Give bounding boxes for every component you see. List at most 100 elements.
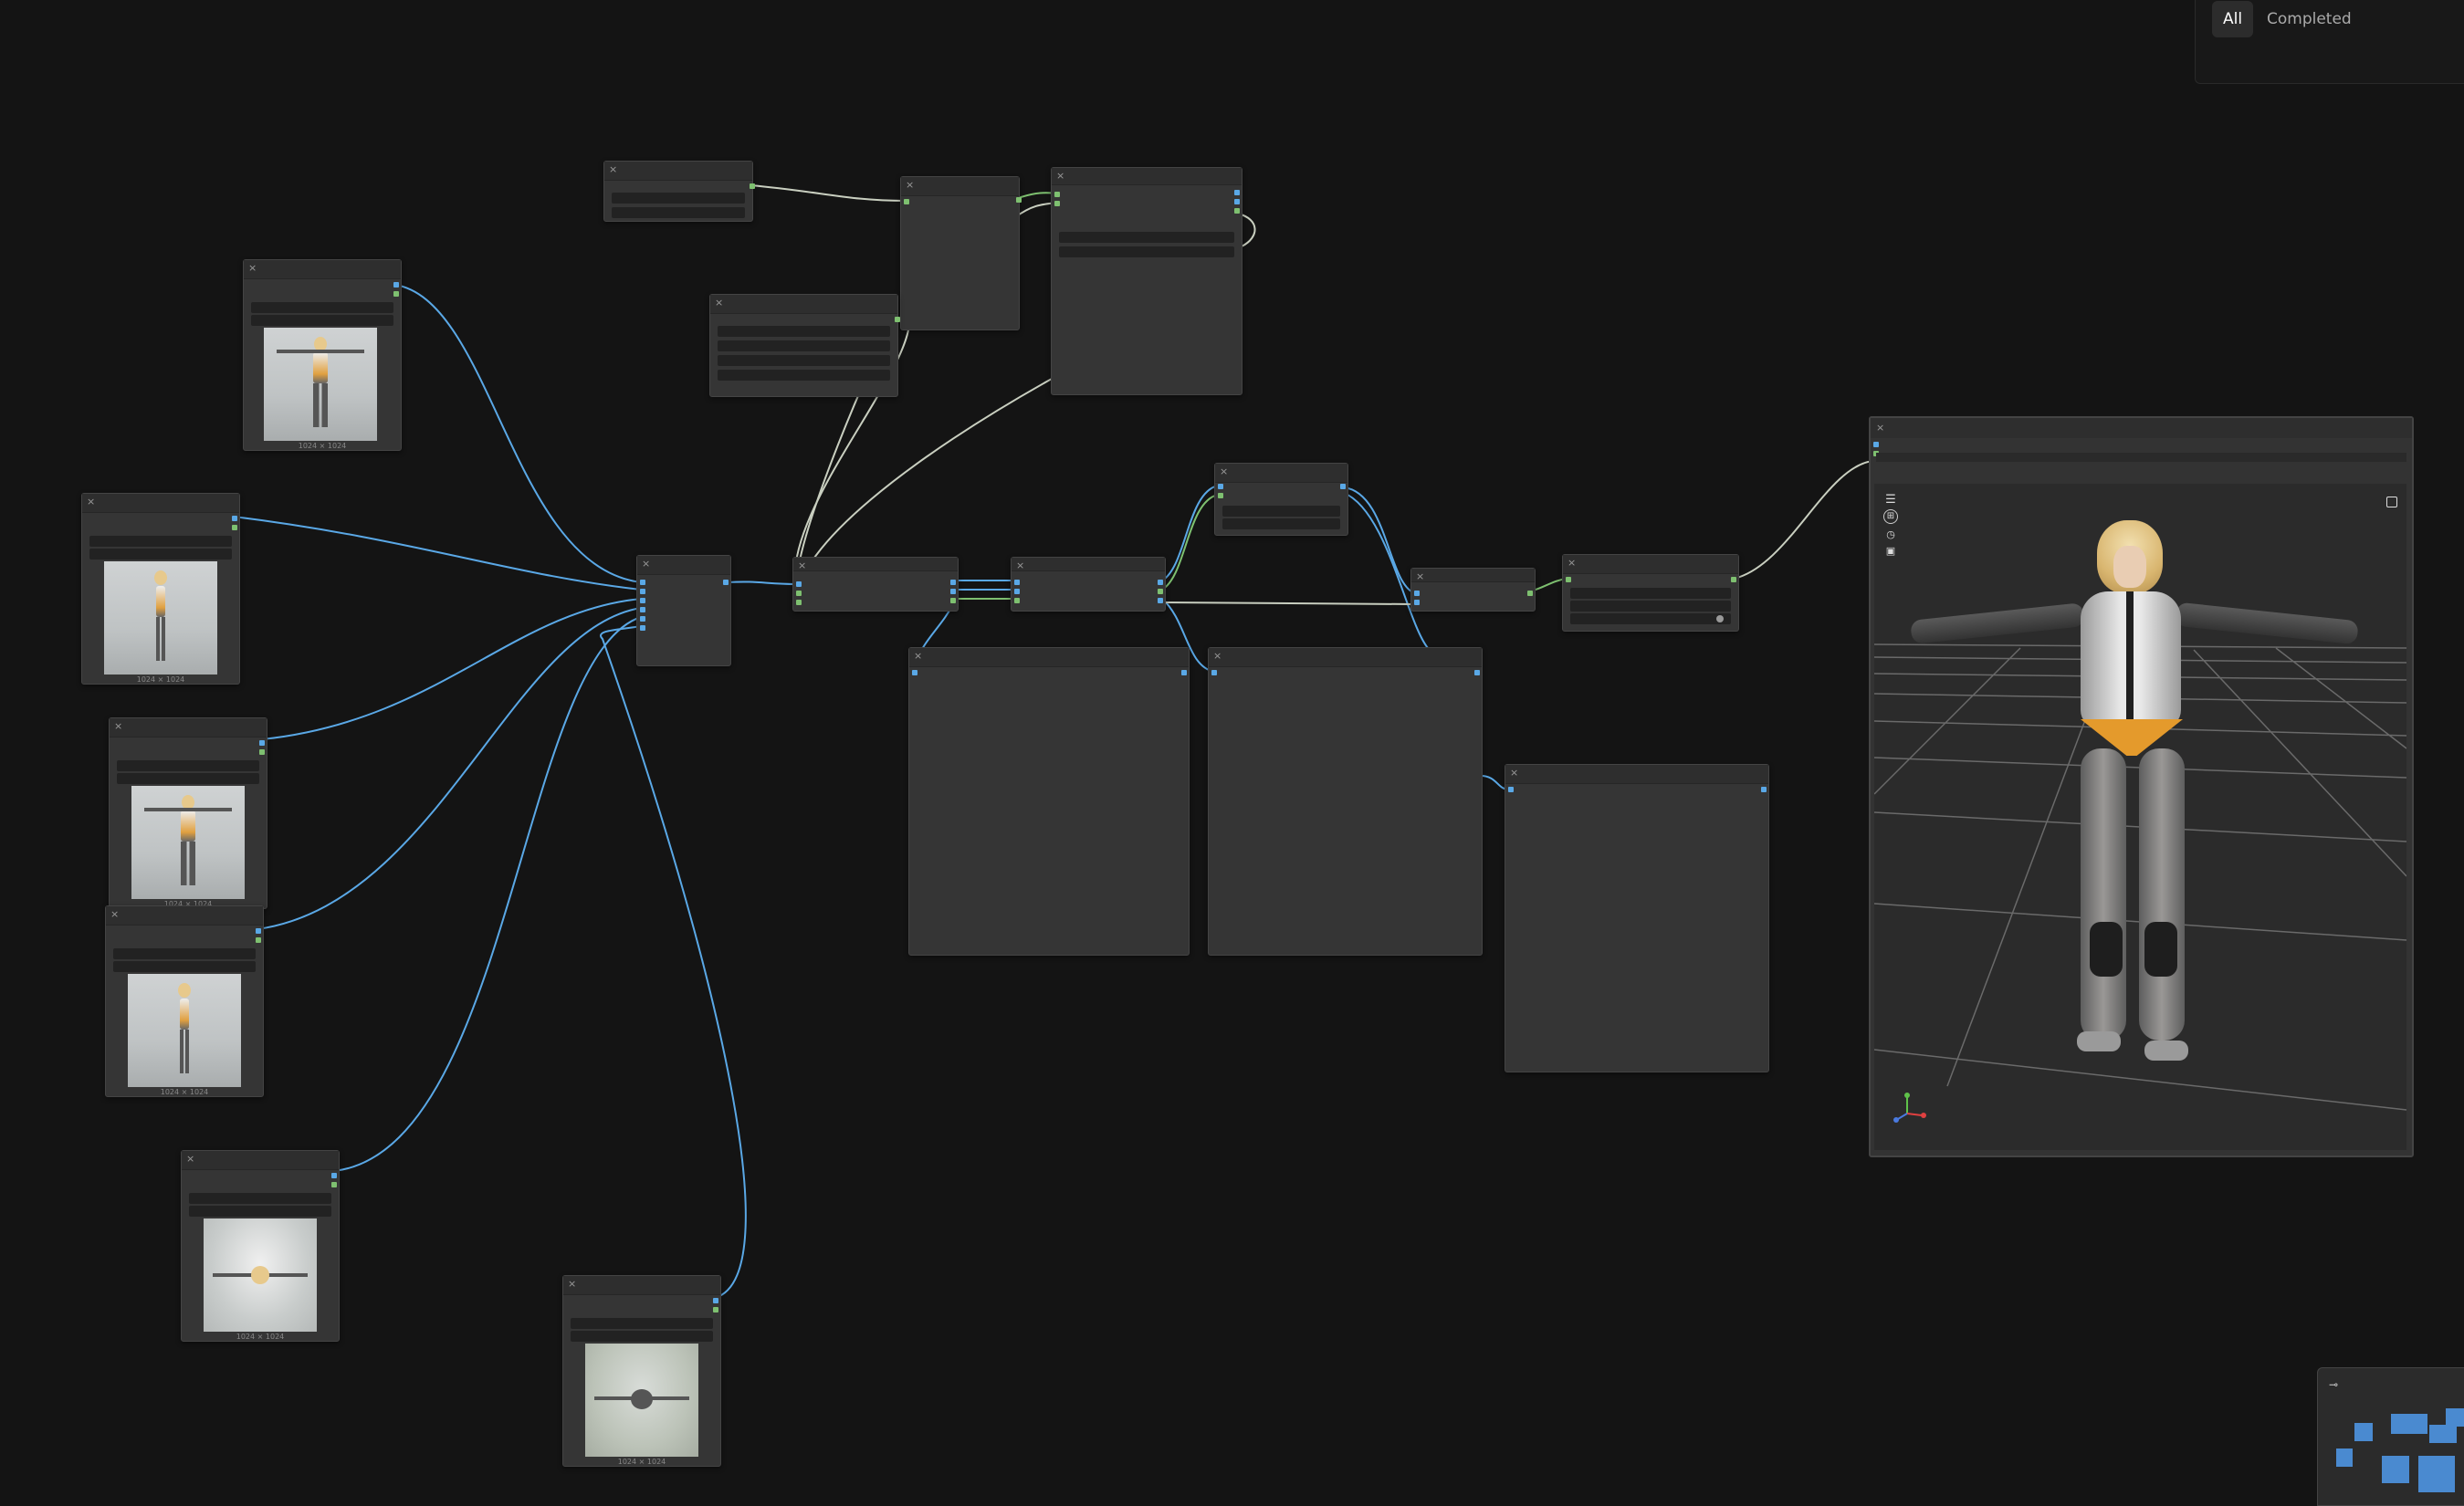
node-widget[interactable]: [1570, 613, 1731, 624]
node-header[interactable]: ×: [1215, 464, 1347, 483]
collapse-icon[interactable]: ×: [186, 1153, 194, 1166]
output-port[interactable]: [1234, 208, 1240, 214]
node-preview-image-c[interactable]: ×: [1505, 764, 1769, 1072]
node-widget[interactable]: [189, 1193, 331, 1204]
output-port[interactable]: [1016, 197, 1022, 203]
input-port[interactable]: [1054, 201, 1060, 206]
node-header[interactable]: ×: [106, 906, 263, 926]
node-widget[interactable]: [718, 340, 890, 351]
node-widget[interactable]: [1570, 588, 1731, 599]
collapse-icon[interactable]: ×: [568, 1278, 576, 1291]
node-header[interactable]: ×: [1563, 555, 1738, 574]
input-port[interactable]: [1508, 787, 1514, 792]
output-port[interactable]: [950, 589, 956, 594]
node-widget[interactable]: [113, 948, 256, 959]
collapse-icon[interactable]: ×: [1220, 465, 1228, 478]
node-widget[interactable]: [1570, 601, 1731, 612]
node-mesh-generator[interactable]: ×: [1214, 463, 1348, 536]
node-image-collector[interactable]: ×: [636, 555, 731, 666]
collapse-icon[interactable]: ×: [715, 297, 723, 309]
collapse-icon[interactable]: ×: [609, 163, 617, 176]
node-preview-image-b[interactable]: ×: [1208, 647, 1483, 956]
node-load-image-side-left[interactable]: × 1024 × 1024: [81, 493, 240, 685]
output-port[interactable]: [1158, 598, 1163, 603]
input-port[interactable]: [1414, 600, 1420, 605]
3d-viewport[interactable]: ☰ ⊞ ◷ ▣: [1874, 484, 2406, 1150]
output-port[interactable]: [331, 1182, 337, 1187]
input-port[interactable]: [1211, 670, 1217, 675]
tab-all[interactable]: All: [2212, 1, 2254, 37]
collapse-icon[interactable]: ×: [914, 650, 922, 663]
node-settings-list[interactable]: ×: [709, 294, 900, 397]
output-port[interactable]: [232, 516, 237, 521]
output-port[interactable]: [331, 1173, 337, 1178]
output-port[interactable]: [1731, 577, 1736, 582]
node-header[interactable]: ×: [1012, 558, 1165, 571]
node-header[interactable]: ×: [909, 648, 1189, 667]
node-widget[interactable]: [571, 1318, 713, 1329]
image-icon[interactable]: ▣: [1883, 544, 1898, 559]
node-mesh-postprocess[interactable]: ×: [1410, 568, 1536, 612]
node-load-image-front[interactable]: × 1024 × 1024: [243, 259, 402, 451]
output-port[interactable]: [1181, 670, 1187, 675]
output-port[interactable]: [393, 291, 399, 297]
node-widget[interactable]: [113, 961, 256, 972]
input-port[interactable]: [1566, 577, 1571, 582]
input-port[interactable]: [1014, 580, 1020, 585]
grid-icon[interactable]: ⊞: [1883, 509, 1898, 524]
output-port[interactable]: [713, 1298, 718, 1303]
input-port[interactable]: [1054, 192, 1060, 197]
node-header[interactable]: ×: [82, 494, 239, 513]
tab-completed[interactable]: Completed: [2256, 1, 2363, 37]
output-port[interactable]: [1340, 484, 1346, 489]
node-widget[interactable]: [571, 1331, 713, 1342]
node-header[interactable]: ×: [1871, 418, 2412, 438]
node-save-mesh[interactable]: ×: [1562, 554, 1739, 632]
node-header[interactable]: ×: [901, 177, 1019, 196]
node-sampler-config[interactable]: ×: [1051, 167, 1242, 395]
node-widget[interactable]: [89, 536, 232, 547]
input-port[interactable]: [796, 581, 802, 587]
node-header[interactable]: ×: [563, 1276, 720, 1295]
input-port[interactable]: [1873, 442, 1879, 447]
node-widget[interactable]: [1222, 506, 1340, 517]
node-widget[interactable]: [117, 773, 259, 784]
node-header[interactable]: ×: [637, 556, 730, 575]
input-port[interactable]: [640, 616, 645, 622]
node-header[interactable]: ×: [1052, 168, 1242, 185]
output-port[interactable]: [1234, 190, 1240, 195]
collapse-icon[interactable]: ×: [1213, 650, 1222, 663]
collapse-icon[interactable]: ×: [798, 560, 806, 572]
collapse-icon[interactable]: ×: [1876, 422, 1884, 434]
node-widget[interactable]: [1222, 518, 1340, 529]
node-widget[interactable]: [1876, 453, 2406, 462]
minimap[interactable]: ⊸: [2317, 1367, 2464, 1506]
collapse-icon[interactable]: ×: [1416, 570, 1424, 583]
output-port[interactable]: [1234, 199, 1240, 204]
output-port[interactable]: [713, 1307, 718, 1313]
toggle-dot-icon[interactable]: [1716, 615, 1724, 622]
node-widget[interactable]: [718, 326, 890, 337]
input-port[interactable]: [1414, 591, 1420, 596]
input-port[interactable]: [640, 625, 645, 631]
node-header[interactable]: ×: [710, 295, 897, 314]
node-preprocess[interactable]: ×: [792, 557, 959, 612]
collapse-icon[interactable]: ×: [1016, 560, 1024, 572]
output-port[interactable]: [1474, 670, 1480, 675]
minimap-settings-icon[interactable]: ⊸: [2329, 1377, 2345, 1392]
node-loader[interactable]: ×: [900, 176, 1022, 330]
output-port[interactable]: [895, 317, 900, 322]
node-header[interactable]: ×: [110, 718, 267, 737]
node-widget[interactable]: [1059, 232, 1234, 243]
node-widget[interactable]: [251, 302, 393, 313]
output-port[interactable]: [950, 580, 956, 585]
node-3d-preview[interactable]: × ☰ ⊞ ◷ ▣: [1869, 416, 2414, 1157]
node-load-image-side-right[interactable]: × 1024 × 1024: [105, 905, 264, 1097]
input-port[interactable]: [1218, 493, 1223, 498]
output-port[interactable]: [723, 580, 729, 585]
input-port[interactable]: [640, 598, 645, 603]
input-port[interactable]: [1014, 598, 1020, 603]
node-widget[interactable]: [251, 315, 393, 326]
output-port[interactable]: [393, 282, 399, 288]
output-port[interactable]: [256, 928, 261, 934]
